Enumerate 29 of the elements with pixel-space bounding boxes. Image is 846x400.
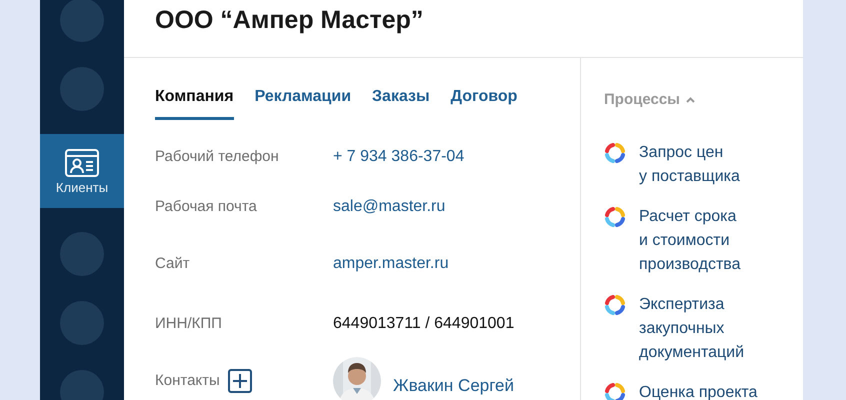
field-link[interactable]: + 7 934 386-37-04	[333, 146, 464, 168]
tab[interactable]: Заказы	[372, 86, 430, 120]
process-icon	[604, 294, 626, 316]
process-icon	[604, 206, 626, 228]
tab[interactable]: Договор	[450, 86, 518, 120]
process-link[interactable]: Оценка проекта	[639, 381, 758, 400]
tab[interactable]: Рекламации	[254, 86, 352, 120]
field-link[interactable]: amper.master.ru	[333, 253, 449, 275]
contact-link[interactable]: Жвакин Сергей	[393, 375, 514, 397]
field-link[interactable]: sale@master.ru	[333, 196, 446, 218]
field-label: Рабочий телефон	[155, 147, 279, 167]
process-link[interactable]: Расчет срока и стоимости производства	[639, 205, 740, 277]
process-icon	[604, 382, 626, 400]
field-label: Сайт	[155, 254, 190, 274]
page-title: ООО “Ампер Мастер”	[155, 8, 424, 32]
caret-up-icon[interactable]	[686, 97, 695, 103]
id-card-icon	[65, 148, 99, 176]
field-value: 6449013711 / 644901001	[333, 314, 514, 334]
section-title: Процессы	[604, 90, 680, 110]
process-link[interactable]: Экспертиза закупочных документаций	[639, 293, 744, 365]
field-label: Рабочая почта	[155, 197, 257, 217]
nav-item[interactable]: Клиенты	[40, 134, 124, 208]
plus-icon	[232, 373, 248, 389]
tab[interactable]: Компания	[155, 86, 234, 120]
process-icon	[604, 142, 626, 164]
add-button[interactable]	[228, 369, 252, 393]
process-link[interactable]: Запрос цен у поставщика	[639, 141, 740, 189]
field-label: Контакты	[155, 371, 220, 391]
field-label: ИНН/КПП	[155, 314, 222, 334]
